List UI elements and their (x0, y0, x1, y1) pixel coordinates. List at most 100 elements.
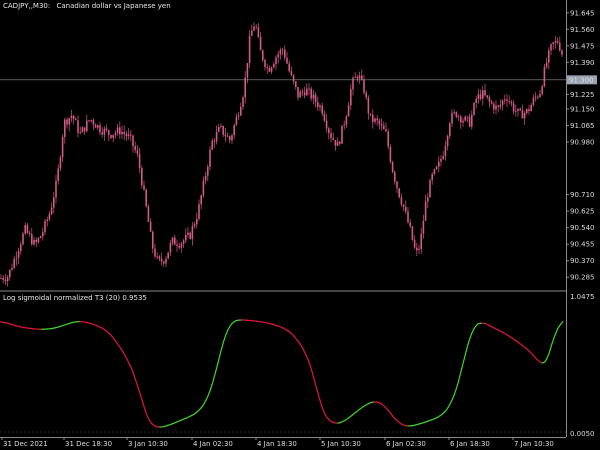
candle-body (341, 125, 343, 144)
candle-body (405, 206, 407, 212)
candle-body (9, 269, 11, 278)
candle-body (138, 153, 141, 168)
candle-body (187, 232, 189, 235)
candle-body (308, 88, 310, 90)
candle-body (220, 125, 222, 127)
candle-body (301, 91, 304, 93)
candle-body (237, 115, 240, 117)
candle-body (328, 128, 330, 133)
candle-body (334, 139, 337, 146)
price-tick-label: 90.285 (570, 274, 595, 282)
candle-body (209, 149, 211, 167)
candle-body (39, 236, 42, 239)
price-tick-label: 90.540 (570, 224, 595, 232)
candle-body (462, 120, 464, 123)
candle-body (273, 64, 275, 68)
candle-body (517, 108, 519, 112)
chart-window: 91.645 91.560 91.475 91.390 91.225 91.150 91.0… (0, 0, 600, 450)
candle-body (482, 90, 484, 99)
candle-body (275, 57, 277, 65)
candle-body (268, 67, 271, 72)
candle-body (548, 50, 550, 63)
candle-body (380, 124, 383, 126)
price-tick-label: 91.475 (570, 42, 595, 50)
candle-body (152, 231, 154, 249)
indicator-label: Log sigmoidal normalized T3 (20) 0.9535 (3, 294, 147, 302)
candle-body (424, 201, 427, 221)
candle-body (325, 120, 328, 129)
price-tick-label: 90.980 (570, 139, 595, 147)
candle-body (224, 134, 227, 137)
candle-body (35, 239, 37, 243)
candle-body (233, 125, 235, 136)
candle-body (391, 161, 394, 173)
candle-body (464, 116, 466, 121)
candle-body (281, 49, 284, 51)
candle-body (70, 115, 73, 119)
candle-body (108, 130, 110, 135)
candle-body (356, 76, 359, 79)
candle-body (523, 112, 526, 119)
candle-body (86, 120, 88, 132)
candle-body (541, 86, 543, 94)
candle-body (174, 237, 176, 245)
candle-body (215, 131, 218, 142)
candle-body (180, 243, 183, 248)
candle-body (539, 93, 541, 97)
price-tick-label: 90.710 (570, 191, 595, 199)
price-axis[interactable]: 91.645 91.560 91.475 91.390 91.225 91.150 91.0… (566, 9, 595, 282)
candle-body (361, 75, 363, 80)
candle-body (303, 92, 306, 96)
candle-body (389, 146, 392, 162)
candle-body (59, 157, 62, 169)
candle-body (154, 248, 156, 257)
candle-body (306, 88, 308, 96)
candle-body (521, 110, 524, 119)
candle-body (515, 111, 517, 112)
price-tick-label: 91.150 (570, 106, 595, 114)
candle-body (479, 94, 482, 99)
candle-body (229, 136, 231, 141)
candle-body (193, 224, 196, 227)
candle-body (490, 101, 493, 104)
candle-body (200, 195, 202, 205)
candle-body (429, 180, 431, 198)
candle-body (189, 232, 191, 239)
candle-body (453, 112, 455, 113)
candle-body (543, 67, 546, 87)
candle-body (123, 131, 125, 135)
candle-body (125, 134, 128, 137)
candle-body (468, 116, 471, 127)
candle-body (376, 118, 378, 121)
candle-body (383, 125, 385, 130)
candle-body (321, 105, 323, 114)
candle-body (400, 197, 403, 205)
candle-body (97, 125, 99, 128)
candle-body (299, 91, 301, 98)
candle-body (284, 49, 286, 58)
candle-body (163, 261, 165, 264)
candle-body (246, 63, 249, 78)
candle-body (442, 156, 444, 159)
candle-body (105, 128, 108, 131)
candle-body (257, 27, 260, 37)
symbol-label: CADJPY,,M30: Canadian dollar vs Japanese… (3, 2, 171, 10)
candle-body (50, 207, 53, 215)
candle-body (196, 218, 198, 225)
candle-body (350, 89, 352, 106)
candle-body (112, 134, 114, 138)
candle-body (512, 103, 515, 112)
candle-body (79, 132, 81, 134)
candle-body (253, 26, 255, 31)
candle-body (44, 221, 46, 233)
candle-body (2, 278, 4, 280)
candle-body (556, 40, 559, 43)
candle-body (396, 181, 398, 189)
candle-body (319, 105, 321, 108)
time-tick-label: 31 Dec 18:30 (65, 440, 112, 448)
candle-body (363, 79, 365, 93)
time-tick-label: 3 Jan 10:30 (128, 440, 168, 448)
candle-body (244, 77, 246, 98)
candle-body (352, 77, 354, 90)
candle-body (222, 125, 224, 135)
